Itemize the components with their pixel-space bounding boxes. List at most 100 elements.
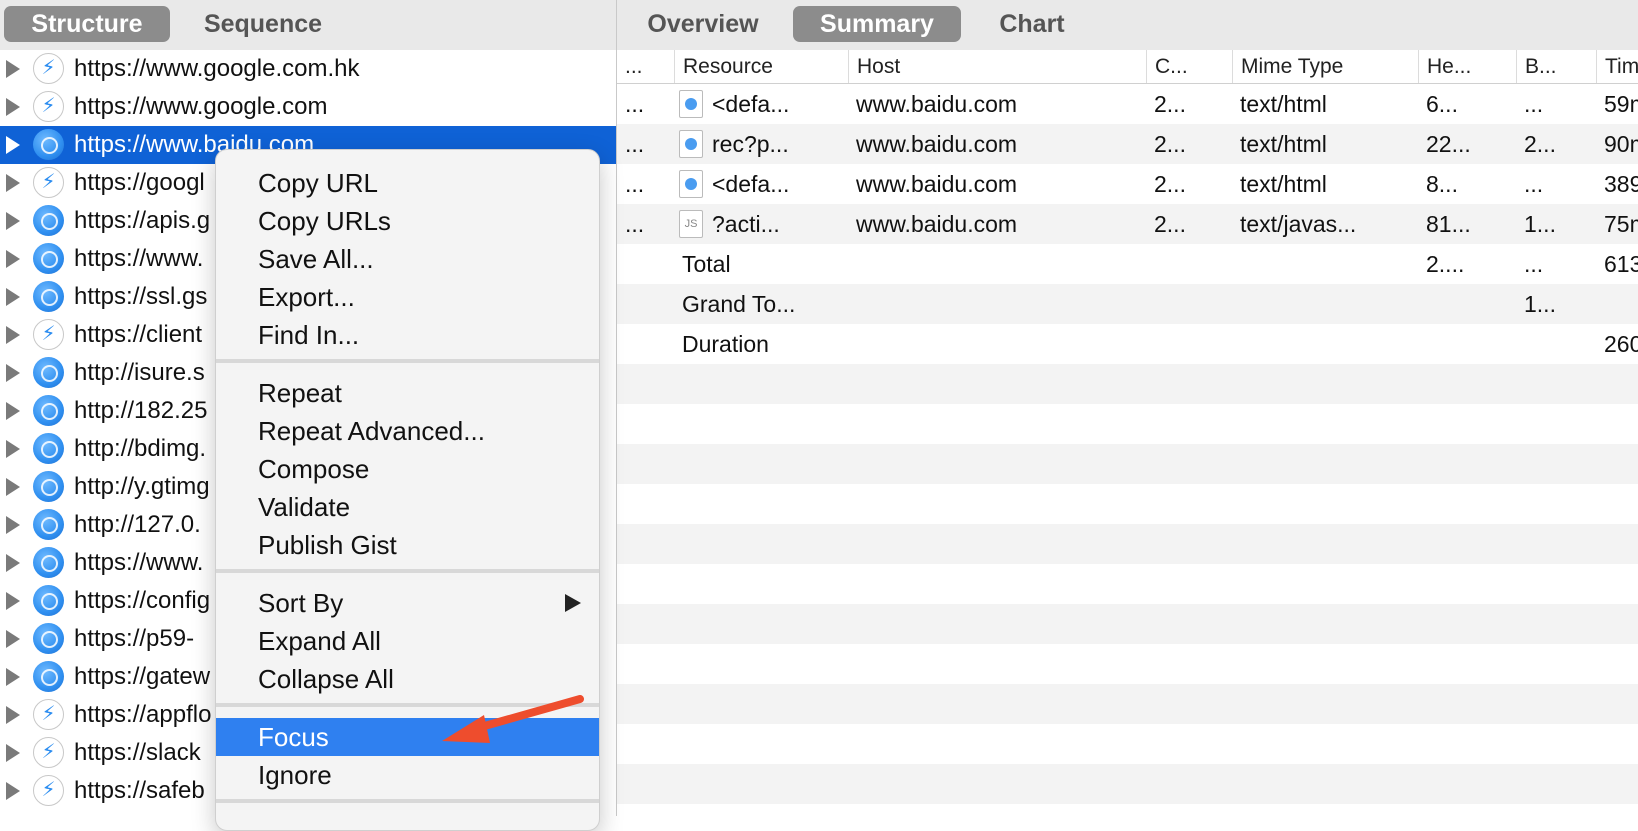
column-header-time[interactable]: Tim xyxy=(1596,50,1638,83)
disclosure-triangle-icon[interactable] xyxy=(6,174,20,192)
cell-host: www.baidu.com xyxy=(856,171,1018,197)
disclosure-triangle-icon[interactable] xyxy=(6,364,20,382)
menu-item-publish-gist[interactable]: Publish Gist xyxy=(216,526,599,564)
column-header-body[interactable]: B... xyxy=(1516,50,1596,83)
menu-separator xyxy=(216,569,599,573)
tab-chart[interactable]: Chart xyxy=(977,6,1087,42)
menu-item-label: Copy URLs xyxy=(258,206,391,236)
lightning-icon: ⚡ xyxy=(33,167,64,198)
empty-row xyxy=(617,604,1638,644)
column-header-host[interactable]: Host xyxy=(848,50,1146,83)
menu-item-repeat[interactable]: Repeat xyxy=(216,374,599,412)
empty-row xyxy=(617,724,1638,764)
cell-host: www.baidu.com xyxy=(856,91,1018,117)
tree-host-label: http://182.25 xyxy=(74,397,208,424)
menu-item-label: Ignore xyxy=(258,760,332,790)
disclosure-triangle-icon[interactable] xyxy=(6,402,20,420)
cell-body: ... xyxy=(1524,171,1544,197)
view-mode-tabs: Structure Sequence xyxy=(0,0,616,51)
tree-host-label: http://isure.s xyxy=(74,359,205,386)
globe-icon xyxy=(33,243,64,274)
globe-icon xyxy=(33,623,64,654)
disclosure-triangle-icon[interactable] xyxy=(6,98,20,116)
tree-host-label: http://127.0. xyxy=(74,511,201,538)
menu-item-label: Compose xyxy=(258,454,370,484)
column-header-code[interactable]: C... xyxy=(1146,50,1232,83)
cell-headers: 22... xyxy=(1426,131,1471,157)
column-header-status[interactable]: ... xyxy=(617,50,674,83)
cell-host: www.baidu.com xyxy=(856,211,1018,237)
globe-icon xyxy=(33,661,64,692)
empty-row xyxy=(617,364,1638,404)
html-file-icon xyxy=(679,90,703,118)
cell-time: 75m xyxy=(1604,211,1638,237)
lightning-icon: ⚡ xyxy=(33,775,64,806)
empty-row xyxy=(617,764,1638,804)
table-row[interactable]: ... rec?p... www.baidu.com 2... text/html 22.… xyxy=(617,124,1638,164)
menu-item-export[interactable]: Export... xyxy=(216,278,599,316)
disclosure-triangle-icon[interactable] xyxy=(6,630,20,648)
menu-item-save-all[interactable]: Save All... xyxy=(216,240,599,278)
globe-icon xyxy=(33,509,64,540)
disclosure-triangle-icon[interactable] xyxy=(6,744,20,762)
disclosure-triangle-icon[interactable] xyxy=(6,212,20,230)
menu-item-find-in[interactable]: Find In... xyxy=(216,316,599,354)
empty-row xyxy=(617,484,1638,524)
menu-item-validate[interactable]: Validate xyxy=(216,488,599,526)
disclosure-triangle-icon[interactable] xyxy=(6,668,20,686)
table-row[interactable]: ... <defa... www.baidu.com 2... text/html 8..… xyxy=(617,164,1638,204)
lightning-icon: ⚡ xyxy=(33,699,64,730)
disclosure-triangle-icon[interactable] xyxy=(6,592,20,610)
disclosure-triangle-icon[interactable] xyxy=(6,782,20,800)
disclosure-triangle-icon[interactable] xyxy=(6,136,20,154)
table-row[interactable]: ... <defa... www.baidu.com 2... text/html 6..… xyxy=(617,84,1638,124)
disclosure-triangle-icon[interactable] xyxy=(6,326,20,344)
menu-item-compose[interactable]: Compose xyxy=(216,450,599,488)
empty-row xyxy=(617,444,1638,484)
summary-time xyxy=(1596,284,1638,324)
disclosure-triangle-icon[interactable] xyxy=(6,706,20,724)
menu-item-copy-urls[interactable]: Copy URLs xyxy=(216,202,599,240)
column-header-resource[interactable]: Resource xyxy=(674,50,848,83)
disclosure-triangle-icon[interactable] xyxy=(6,554,20,572)
cell-body: 1... xyxy=(1524,211,1556,237)
menu-item-label: Copy URL xyxy=(258,168,378,198)
table-header: ... Resource Host C... Mime Type He... B… xyxy=(617,50,1638,84)
tree-row[interactable]: ⚡ https://www.google.com xyxy=(0,88,616,126)
menu-item-expand-all[interactable]: Expand All xyxy=(216,622,599,660)
globe-icon xyxy=(33,547,64,578)
menu-item-ignore[interactable]: Ignore xyxy=(216,756,599,794)
tree-host-label: https://googl xyxy=(74,169,205,196)
disclosure-triangle-icon[interactable] xyxy=(6,288,20,306)
detail-tabs: Overview Summary Chart xyxy=(617,0,1638,51)
tree-host-label: https://safeb xyxy=(74,777,205,804)
column-header-mime-type[interactable]: Mime Type xyxy=(1232,50,1418,83)
tab-summary[interactable]: Summary xyxy=(793,6,961,42)
column-header-headers[interactable]: He... xyxy=(1418,50,1516,83)
menu-item-repeat-advanced[interactable]: Repeat Advanced... xyxy=(216,412,599,450)
lightning-icon: ⚡ xyxy=(33,91,64,122)
disclosure-triangle-icon[interactable] xyxy=(6,60,20,78)
tree-host-label: https://apis.g xyxy=(74,207,211,234)
tab-sequence[interactable]: Sequence xyxy=(178,6,348,42)
disclosure-triangle-icon[interactable] xyxy=(6,440,20,458)
menu-item-collapse-all[interactable]: Collapse All xyxy=(216,660,599,698)
menu-item-label: Collapse All xyxy=(258,664,394,694)
menu-item-sort-by[interactable]: Sort By xyxy=(216,584,599,622)
cell-headers: 6... xyxy=(1426,91,1458,117)
summary-headers xyxy=(1418,284,1516,324)
cell-time: 90m xyxy=(1604,131,1638,157)
disclosure-triangle-icon[interactable] xyxy=(6,478,20,496)
menu-item-label: Focus xyxy=(258,722,329,752)
tab-structure[interactable]: Structure xyxy=(4,6,170,42)
table-row[interactable]: ... ?acti... www.baidu.com 2... text/javas..… xyxy=(617,204,1638,244)
html-file-icon xyxy=(679,130,703,158)
disclosure-triangle-icon[interactable] xyxy=(6,516,20,534)
disclosure-triangle-icon[interactable] xyxy=(6,250,20,268)
menu-item-copy-url[interactable]: Copy URL xyxy=(216,164,599,202)
menu-separator xyxy=(216,799,599,803)
summary-headers xyxy=(1418,324,1516,364)
tree-row[interactable]: ⚡ https://www.google.com.hk xyxy=(0,50,616,88)
tab-overview[interactable]: Overview xyxy=(633,6,773,42)
cell-mime: text/html xyxy=(1240,91,1327,117)
